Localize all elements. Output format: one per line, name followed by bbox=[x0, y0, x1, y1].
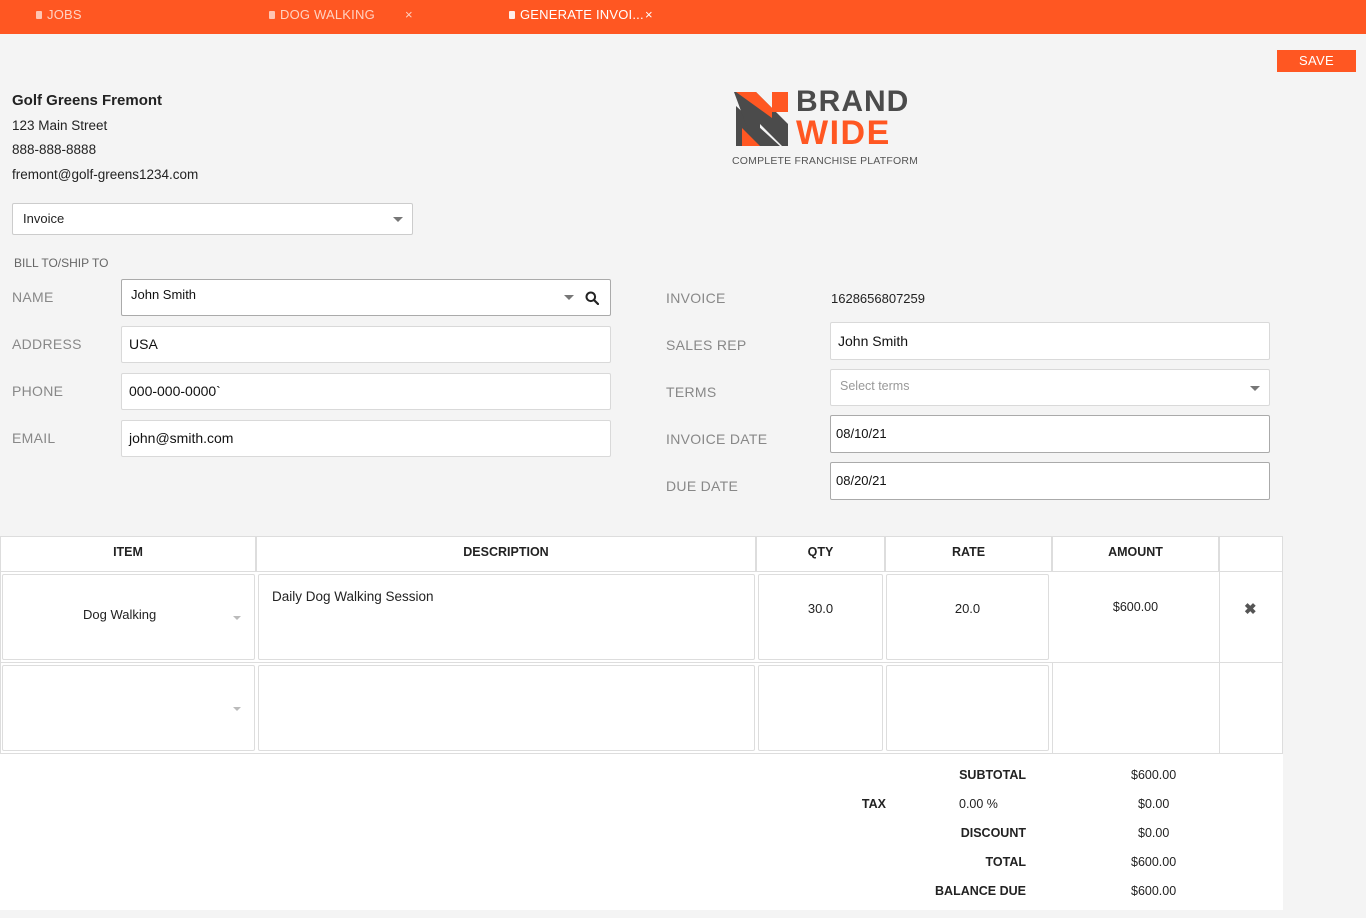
balance-due-value: $600.00 bbox=[1131, 884, 1177, 898]
total-value: $600.00 bbox=[1131, 855, 1177, 869]
delete-row-close-icon[interactable]: ✖ bbox=[1244, 600, 1257, 618]
invoice-number: 1628656807259 bbox=[831, 291, 925, 306]
item-select[interactable] bbox=[2, 665, 255, 751]
chevron-down-icon bbox=[393, 217, 403, 222]
brand-logo-line2: WIDE bbox=[796, 114, 891, 152]
subtotal-label: SUBTOTAL bbox=[959, 768, 1026, 782]
subtotal-value: $600.00 bbox=[1131, 768, 1177, 782]
column-header-item: ITEM bbox=[0, 536, 256, 572]
balance-due-label: BALANCE DUE bbox=[935, 884, 1026, 898]
document-icon bbox=[269, 11, 275, 19]
brand-logo-mark-icon bbox=[732, 90, 788, 146]
item-select[interactable]: Dog Walking bbox=[2, 574, 255, 660]
address-label: ADDRESS bbox=[12, 336, 82, 352]
company-email: fremont@golf-greens1234.com bbox=[12, 167, 199, 182]
rate-input[interactable] bbox=[886, 665, 1049, 751]
sales-rep-input[interactable]: John Smith bbox=[830, 322, 1270, 360]
customer-name-value: John Smith bbox=[131, 287, 197, 302]
terms-label: TERMS bbox=[666, 384, 717, 400]
discount-label: DISCOUNT bbox=[960, 826, 1026, 840]
save-button[interactable]: SAVE bbox=[1277, 50, 1356, 72]
item-value: Dog Walking bbox=[83, 607, 157, 622]
rate-input[interactable]: 20.0 bbox=[886, 574, 1049, 660]
tax-value: $0.00 bbox=[1138, 797, 1170, 811]
sales-rep-label: SALES REP bbox=[666, 337, 747, 353]
chevron-down-icon[interactable] bbox=[564, 295, 574, 300]
tax-label: TAX bbox=[861, 797, 886, 811]
terms-placeholder: Select terms bbox=[840, 379, 910, 393]
column-header-actions bbox=[1219, 536, 1283, 572]
column-header-description: DESCRIPTION bbox=[256, 536, 756, 572]
chevron-down-icon bbox=[233, 707, 241, 711]
tab-dog-walking-label: DOG WALKING bbox=[280, 7, 375, 22]
terms-select[interactable]: Select terms bbox=[830, 369, 1270, 406]
bill-to-section-label: BILL TO/SHIP TO bbox=[14, 256, 109, 270]
chevron-down-icon bbox=[233, 616, 241, 620]
row-divider bbox=[0, 662, 1283, 663]
tax-rate[interactable]: 0.00 % bbox=[959, 797, 998, 811]
document-type-value: Invoice bbox=[23, 211, 65, 226]
description-input[interactable] bbox=[258, 665, 755, 751]
brand-logo: BRAND WIDE COMPLETE FRANCHISE PLATFORM bbox=[732, 86, 922, 170]
name-label: NAME bbox=[12, 289, 54, 305]
qty-input[interactable] bbox=[758, 665, 883, 751]
due-date-label: DUE DATE bbox=[666, 478, 739, 494]
customer-name-select[interactable]: John Smith bbox=[121, 279, 611, 316]
amount-value: $600.00 bbox=[1112, 600, 1159, 614]
qty-input[interactable]: 30.0 bbox=[758, 574, 883, 660]
company-name: Golf Greens Fremont bbox=[12, 92, 163, 109]
column-divider bbox=[1052, 662, 1053, 754]
column-header-qty: QTY bbox=[756, 536, 885, 572]
invoice-label: INVOICE bbox=[666, 290, 726, 306]
tab-jobs-label: JOBS bbox=[47, 7, 82, 22]
tab-bar: JOBS DOG WALKING × GENERATE INVOI... × bbox=[0, 0, 1366, 34]
column-header-rate: RATE bbox=[885, 536, 1052, 572]
total-label: TOTAL bbox=[985, 855, 1026, 869]
company-phone: 888-888-8888 bbox=[12, 142, 97, 157]
tab-generate-invoice[interactable]: GENERATE INVOI... bbox=[509, 0, 644, 30]
due-date-input[interactable]: 08/20/21 bbox=[830, 462, 1270, 500]
document-icon bbox=[36, 11, 42, 19]
email-input[interactable]: john@smith.com bbox=[121, 420, 611, 457]
company-address: 123 Main Street bbox=[12, 118, 108, 133]
invoice-date-input[interactable]: 08/10/21 bbox=[830, 415, 1270, 453]
tab-generate-invoice-close-icon[interactable]: × bbox=[645, 0, 653, 30]
document-type-select[interactable]: Invoice bbox=[12, 203, 413, 235]
column-divider bbox=[1219, 572, 1220, 754]
description-input[interactable]: Daily Dog Walking Session bbox=[258, 574, 755, 660]
document-icon bbox=[509, 11, 515, 19]
brand-logo-tagline: COMPLETE FRANCHISE PLATFORM bbox=[732, 155, 919, 167]
totals-panel: SUBTOTAL $600.00 TAX 0.00 % $0.00 DISCOU… bbox=[0, 754, 1283, 910]
tab-jobs[interactable]: JOBS bbox=[36, 0, 82, 30]
email-label: EMAIL bbox=[12, 430, 56, 446]
column-header-amount: AMOUNT bbox=[1052, 536, 1219, 572]
chevron-down-icon bbox=[1250, 386, 1260, 391]
search-icon[interactable] bbox=[585, 291, 599, 305]
discount-value[interactable]: $0.00 bbox=[1138, 826, 1169, 840]
invoice-date-label: INVOICE DATE bbox=[666, 431, 768, 447]
tab-dog-walking-close-icon[interactable]: × bbox=[405, 0, 413, 30]
tab-generate-invoice-label: GENERATE INVOI... bbox=[520, 7, 644, 22]
phone-label: PHONE bbox=[12, 383, 64, 399]
tab-dog-walking[interactable]: DOG WALKING bbox=[269, 0, 375, 30]
address-input[interactable]: USA bbox=[121, 326, 611, 363]
phone-input[interactable]: 000-000-0000` bbox=[121, 373, 611, 410]
